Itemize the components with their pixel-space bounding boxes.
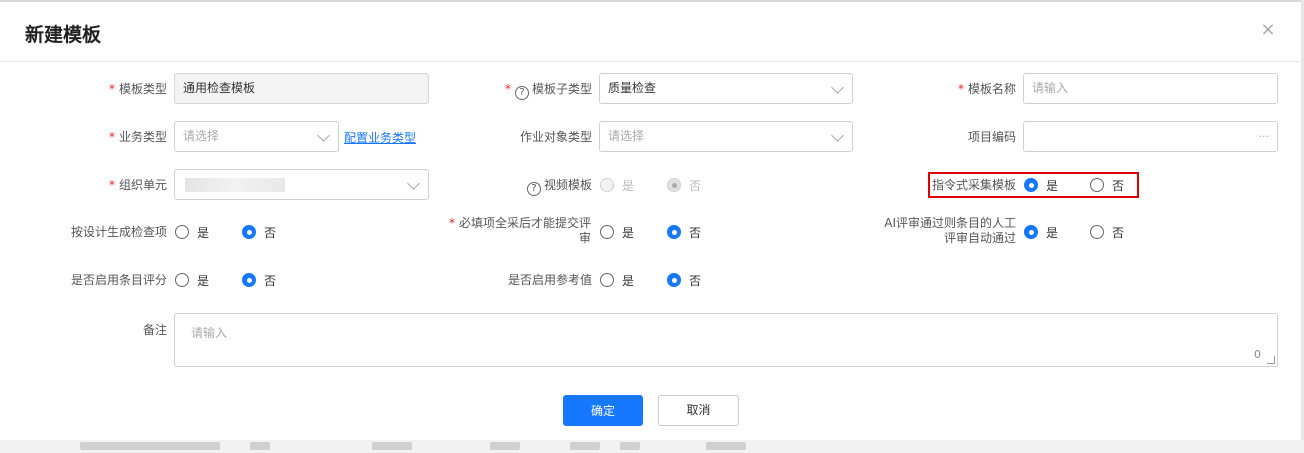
- help-icon[interactable]: ?: [514, 86, 529, 100]
- business-type-label: * 业务类型: [108, 130, 167, 144]
- dialog-title: 新建模板: [25, 24, 102, 46]
- close-icon[interactable]: ×: [1258, 20, 1278, 40]
- video-template-no-radio: 否: [667, 177, 701, 193]
- chevron-down-icon: [407, 177, 420, 190]
- ai-auto-pass-label: AI评审通过则条目的人工评审自动通过: [884, 216, 1016, 245]
- reference-value-label: 是否启用参考值: [507, 273, 592, 287]
- item-scoring-no-radio[interactable]: 否: [242, 272, 276, 288]
- template-name-input[interactable]: 请输入: [1023, 73, 1278, 104]
- template-type-field: 通用检查模板: [174, 73, 429, 104]
- gen-by-design-label: 按设计生成检查项: [70, 225, 167, 239]
- more-icon[interactable]: ···: [1259, 122, 1270, 151]
- char-count: 0: [1254, 348, 1261, 361]
- item-scoring-yes-radio[interactable]: 是: [175, 272, 209, 288]
- required-collect-no-radio[interactable]: 否: [667, 224, 701, 240]
- configure-business-type-link[interactable]: 配置业务类型: [344, 129, 416, 146]
- item-scoring-label: 是否启用条目评分: [70, 273, 167, 287]
- chevron-down-icon: [317, 129, 330, 142]
- object-type-label: 作业对象类型: [519, 130, 592, 144]
- gen-by-design-no-radio[interactable]: 否: [242, 224, 276, 240]
- template-type-label: * 模板类型: [108, 82, 167, 96]
- org-unit-select[interactable]: [174, 169, 429, 200]
- header-divider: [0, 61, 1300, 62]
- template-subtype-select[interactable]: 质量检查: [599, 73, 853, 104]
- chevron-down-icon: [831, 81, 844, 94]
- template-name-label: * 模板名称: [957, 82, 1016, 96]
- background-page-strip: [0, 440, 1304, 453]
- project-code-label: 项目编码: [967, 130, 1016, 144]
- org-unit-label: * 组织单元: [108, 178, 167, 192]
- window-top-border: [0, 0, 1304, 2]
- ai-auto-pass-yes-radio[interactable]: 是: [1024, 224, 1058, 240]
- reference-value-no-radio[interactable]: 否: [667, 272, 701, 288]
- remark-textarea[interactable]: 请输入 0: [174, 313, 1278, 367]
- resize-handle[interactable]: [1267, 356, 1275, 364]
- project-code-picker[interactable]: ···: [1023, 121, 1278, 152]
- remark-label: 备注: [142, 323, 167, 337]
- template-subtype-label: *? 模板子类型: [504, 82, 592, 100]
- confirm-button[interactable]: 确定: [563, 395, 643, 426]
- reference-value-yes-radio[interactable]: 是: [600, 272, 634, 288]
- redacted-value: [185, 177, 285, 192]
- required-collect-label: * 必填项全采后才能提交评审: [448, 216, 591, 245]
- business-type-select[interactable]: 请选择: [174, 121, 339, 152]
- ai-auto-pass-no-radio[interactable]: 否: [1090, 224, 1124, 240]
- highlight-annotation-box: [928, 172, 1139, 198]
- cancel-button[interactable]: 取消: [658, 395, 739, 426]
- video-template-yes-radio: 是: [600, 177, 634, 193]
- video-template-label: ? 视频模板: [526, 177, 592, 196]
- object-type-select[interactable]: 请选择: [599, 121, 853, 152]
- chevron-down-icon: [831, 129, 844, 142]
- required-collect-yes-radio[interactable]: 是: [600, 224, 634, 240]
- gen-by-design-yes-radio[interactable]: 是: [175, 224, 209, 240]
- help-icon[interactable]: ?: [526, 182, 541, 196]
